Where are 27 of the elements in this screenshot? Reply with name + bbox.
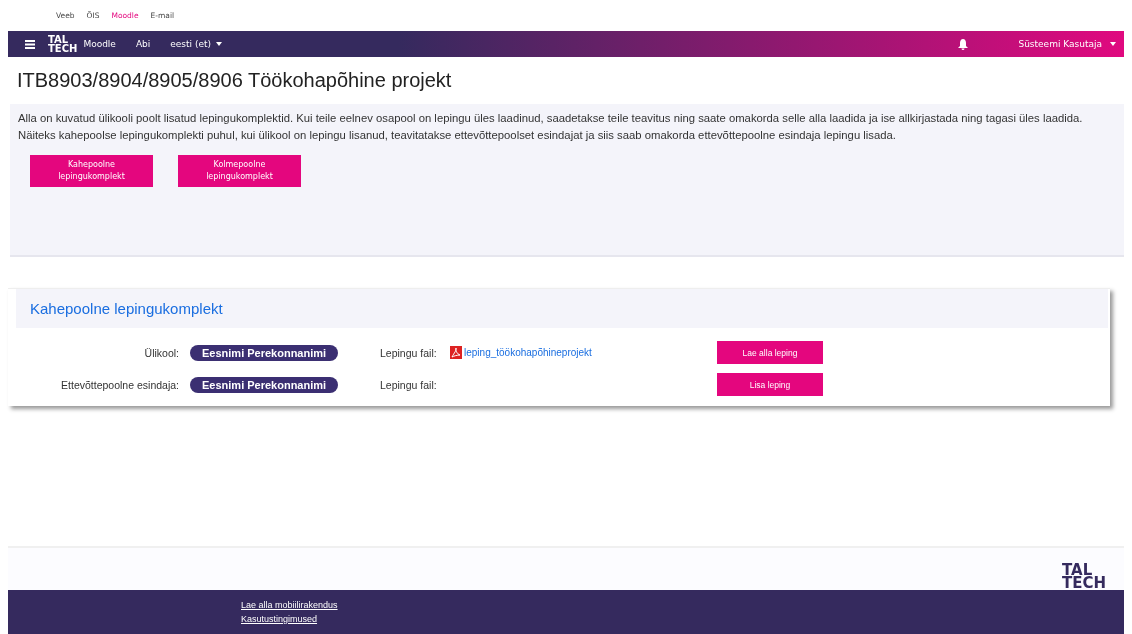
footer-logo: TAL TECH (1061, 564, 1106, 590)
footer-link[interactable]: Kasutustingimused (241, 614, 1124, 624)
user-menu[interactable]: Süsteemi Kasutaja (1018, 39, 1116, 49)
footer-link[interactable]: Lae alla mobiilirakendus (241, 600, 1124, 610)
person-badge: Eesnimi Perekonnanimi (190, 376, 339, 393)
caret-icon (1110, 42, 1116, 46)
logo[interactable]: TAL TECH (48, 35, 78, 53)
intro-text: Alla on kuvatud ülikooli poolt lisatud lepingukomplektid. Kui teile eelnev osapool on lepingu üles laadinud, saadetakse teile teavitus ning saate omakorda selle alla laadida ja ise allkirjastada ning tagasi üles laadida. Näiteks kahepoolse lepingukomplekti puhul, kui ülikool on lepingu lisanud, teavitatakse ettevõttepoolset esindajat ja siis saab omakorda ettevõttepoolne esindaja lepingu lisada. (18, 111, 1084, 143)
nav-link[interactable]: Abi (135, 39, 151, 49)
role-label: Ettevõttepoolne esindaja: (60, 378, 180, 391)
card-title: Kahepoolne lepingukomplekt (30, 300, 223, 317)
language-menu[interactable]: eesti (et) (170, 39, 223, 49)
pdf-icon (450, 346, 462, 359)
role-label: Ülikool: (143, 346, 180, 359)
file-label: Lepingu fail: (380, 378, 438, 391)
contract-set-button[interactable]: Kolmepoolne lepingukomplekt (178, 155, 301, 187)
contract-set-button[interactable]: Kahepoolne lepingukomplekt (30, 155, 153, 187)
person-badge: Eesnimi Perekonnanimi (190, 344, 339, 361)
file-link[interactable]: leping_töökohapõhineprojekt (450, 346, 592, 359)
nav-link[interactable]: Moodle (83, 39, 116, 49)
page-title: ITB8903/8904/8905/8906 Töökohapõhine projekt (17, 69, 453, 92)
file-label: Lepingu fail: (380, 346, 438, 359)
bell-icon[interactable] (958, 38, 969, 50)
caret-icon (216, 42, 223, 46)
contract-action-button[interactable]: Lae alla leping (717, 341, 823, 364)
contract-action-button[interactable]: Lisa leping (717, 373, 823, 396)
menu-icon[interactable] (25, 39, 35, 49)
